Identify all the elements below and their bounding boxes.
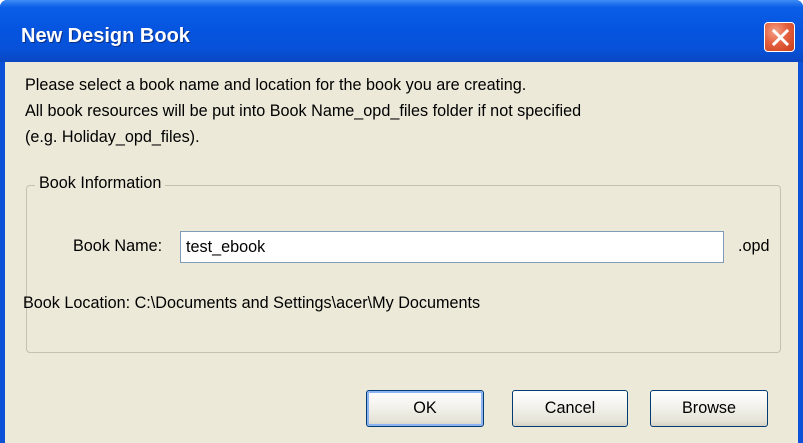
close-icon (771, 28, 790, 47)
book-location-label: Book Location: (23, 294, 131, 312)
title-bar[interactable]: New Design Book (0, 0, 803, 62)
book-location-path: C:\Documents and Settings\acer\My Docume… (134, 294, 481, 312)
description-line-3: (e.g. Holiday_opd_files). (25, 128, 200, 146)
new-design-book-dialog: New Design Book Please select a book nam… (0, 0, 803, 443)
book-location: Book Location: C:\Documents and Settings… (23, 294, 480, 313)
ok-button[interactable]: OK (366, 390, 484, 427)
dialog-body: Please select a book name and location f… (5, 62, 798, 443)
group-legend: Book Information (35, 174, 166, 193)
description-line-2: All book resources will be put into Book… (25, 102, 582, 120)
browse-button[interactable]: Browse (650, 390, 768, 427)
close-button[interactable] (764, 22, 795, 52)
description-text: Please select a book name and location f… (25, 72, 581, 150)
book-name-input[interactable] (180, 231, 724, 263)
book-name-label: Book Name: (73, 237, 163, 255)
window-title: New Design Book (21, 25, 190, 47)
description-line-1: Please select a book name and location f… (25, 76, 527, 94)
book-information-group (26, 185, 781, 353)
extension-label: .opd (738, 237, 770, 255)
cancel-button[interactable]: Cancel (512, 390, 628, 427)
